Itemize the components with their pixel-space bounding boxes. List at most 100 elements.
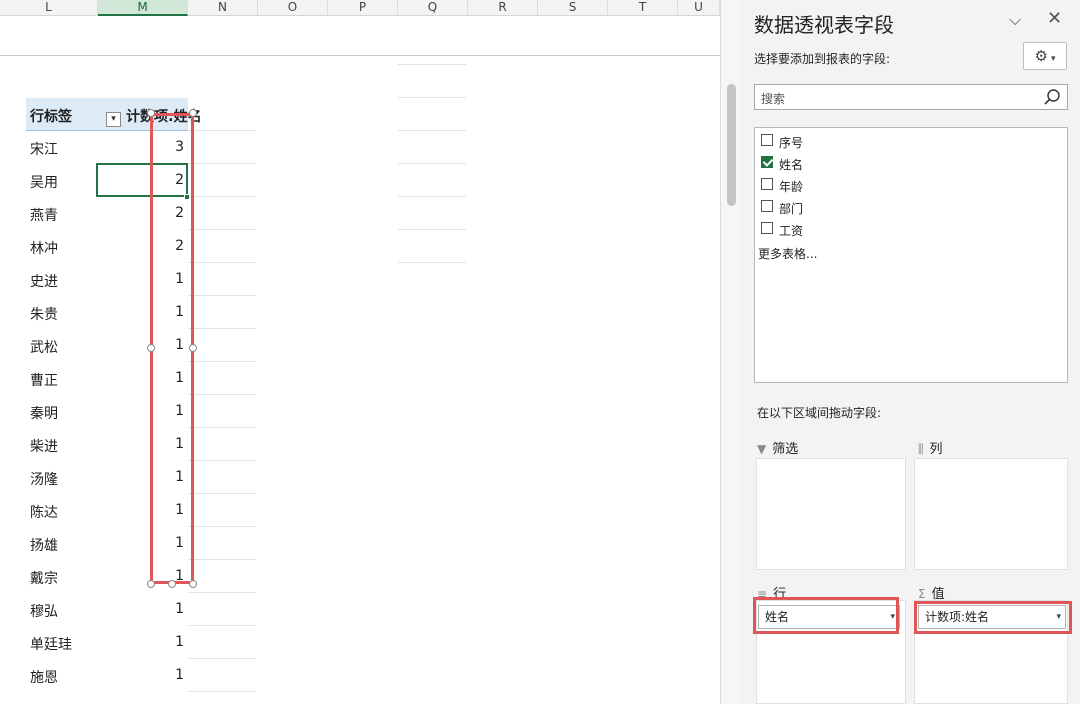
field-checkbox[interactable]: [761, 156, 773, 168]
column-header-n[interactable]: N: [188, 0, 258, 16]
row-label: 单廷珪: [30, 637, 72, 653]
gridline: [188, 559, 256, 560]
gridline: [188, 130, 256, 131]
gridline: [188, 460, 256, 461]
panel-title: 数据透视表字段: [754, 13, 894, 37]
chevron-down-icon[interactable]: ⌵: [1009, 10, 1021, 30]
row-labels-header: 行标签: [30, 109, 72, 125]
gridline: [188, 361, 256, 362]
highlight-box-rows-field: [753, 597, 899, 634]
field-checkbox[interactable]: [761, 200, 773, 212]
resize-handle[interactable]: [147, 344, 155, 352]
resize-handle[interactable]: [147, 580, 155, 588]
settings-gear-button[interactable]: ⚙ ▾: [1023, 42, 1067, 70]
gridline: [188, 625, 256, 626]
gridline: [188, 691, 256, 692]
filter-zone-label: 筛选: [772, 442, 799, 457]
column-header-u[interactable]: U: [678, 0, 720, 16]
chevron-down-icon: ▾: [1050, 54, 1056, 64]
column-header-s[interactable]: S: [538, 0, 608, 16]
gear-icon: ⚙: [1034, 47, 1048, 65]
row-count: 1: [175, 634, 184, 650]
column-header-p[interactable]: P: [328, 0, 398, 16]
field-name: 序号: [779, 136, 804, 150]
resize-handle[interactable]: [168, 580, 176, 588]
row-label-filter-button[interactable]: ▾: [106, 112, 121, 127]
highlight-box-count-column: [150, 113, 194, 584]
table-row[interactable]: 穆弘 1: [26, 593, 188, 626]
gridline: [398, 64, 466, 65]
more-tables-link[interactable]: 更多表格...: [758, 245, 817, 262]
column-header-o[interactable]: O: [258, 0, 328, 16]
row-label: 陈达: [30, 505, 58, 521]
gridline: [398, 196, 466, 197]
gridline: [398, 262, 466, 263]
resize-handle[interactable]: [189, 109, 197, 117]
row-label: 秦明: [30, 406, 58, 422]
columns-zone-header: ⫼ 列: [918, 438, 943, 457]
gridline: [188, 427, 256, 428]
row-label: 武松: [30, 340, 58, 356]
sigma-icon: Σ: [918, 587, 926, 601]
gridline: [188, 262, 256, 263]
table-row[interactable]: 施恩 1: [26, 659, 188, 692]
row-label: 史进: [30, 274, 58, 290]
row-label: 宋江: [30, 142, 58, 158]
gridline: [398, 229, 466, 230]
close-icon[interactable]: ✕: [1047, 8, 1062, 29]
spreadsheet-area[interactable]: LMNOPQRSTU 行标签 ▾ 计数项:姓名 宋江 3 吴用 2 燕青 2 林冲 2 史进 1 朱…: [0, 0, 720, 704]
table-row[interactable]: 单廷珪 1: [26, 626, 188, 659]
row-label: 燕青: [30, 208, 58, 224]
gridline: [398, 97, 466, 98]
vertical-scrollbar[interactable]: [720, 0, 741, 704]
row-label: 林冲: [30, 241, 58, 257]
field-name: 工资: [779, 224, 804, 238]
field-checkbox[interactable]: [761, 222, 773, 234]
gridline: [188, 295, 256, 296]
field-search-input[interactable]: 搜索: [754, 84, 1068, 110]
row-count: 1: [175, 667, 184, 683]
search-placeholder: 搜索: [761, 92, 786, 106]
column-header-t[interactable]: T: [608, 0, 678, 16]
gridline: [188, 328, 256, 329]
field-name: 部门: [779, 202, 804, 216]
column-header-q[interactable]: Q: [398, 0, 468, 16]
row-label: 柴进: [30, 439, 58, 455]
search-icon[interactable]: [1043, 88, 1061, 106]
columns-zone[interactable]: [914, 458, 1068, 570]
formula-area: [0, 16, 720, 56]
gridline: [188, 658, 256, 659]
gridline: [188, 526, 256, 527]
gridline: [188, 229, 256, 230]
row-label: 汤隆: [30, 472, 58, 488]
row-label: 扬雄: [30, 538, 58, 554]
gridline: [398, 130, 466, 131]
field-checkbox[interactable]: [761, 134, 773, 146]
row-label: 朱贵: [30, 307, 58, 323]
filter-zone[interactable]: [756, 458, 906, 570]
row-label: 施恩: [30, 670, 58, 686]
gridline: [188, 592, 256, 593]
highlight-box-values-field: [914, 601, 1072, 634]
resize-handle[interactable]: [189, 344, 197, 352]
column-header-r[interactable]: R: [468, 0, 538, 16]
field-name: 年龄: [779, 180, 804, 194]
gridline: [188, 196, 256, 197]
column-header-l[interactable]: L: [0, 0, 98, 16]
columns-zone-label: 列: [929, 442, 943, 457]
pivot-field-panel: 数据透视表字段 ⌵ ✕ 选择要添加到报表的字段: ⚙ ▾ 搜索 序号 姓名 年龄 部门工…: [741, 0, 1080, 704]
row-count: 1: [175, 601, 184, 617]
resize-handle[interactable]: [189, 580, 197, 588]
gridline: [188, 493, 256, 494]
field-checkbox[interactable]: [761, 178, 773, 190]
columns-icon: ⫼: [918, 442, 924, 456]
row-label: 吴用: [30, 175, 58, 191]
gridline: [398, 163, 466, 164]
resize-handle[interactable]: [147, 109, 155, 117]
column-header-m[interactable]: M: [98, 0, 188, 16]
gridline: [188, 394, 256, 395]
row-label: 戴宗: [30, 571, 58, 587]
row-label: 穆弘: [30, 604, 58, 620]
scrollbar-thumb[interactable]: [727, 84, 736, 206]
row-label: 曹正: [30, 373, 58, 389]
